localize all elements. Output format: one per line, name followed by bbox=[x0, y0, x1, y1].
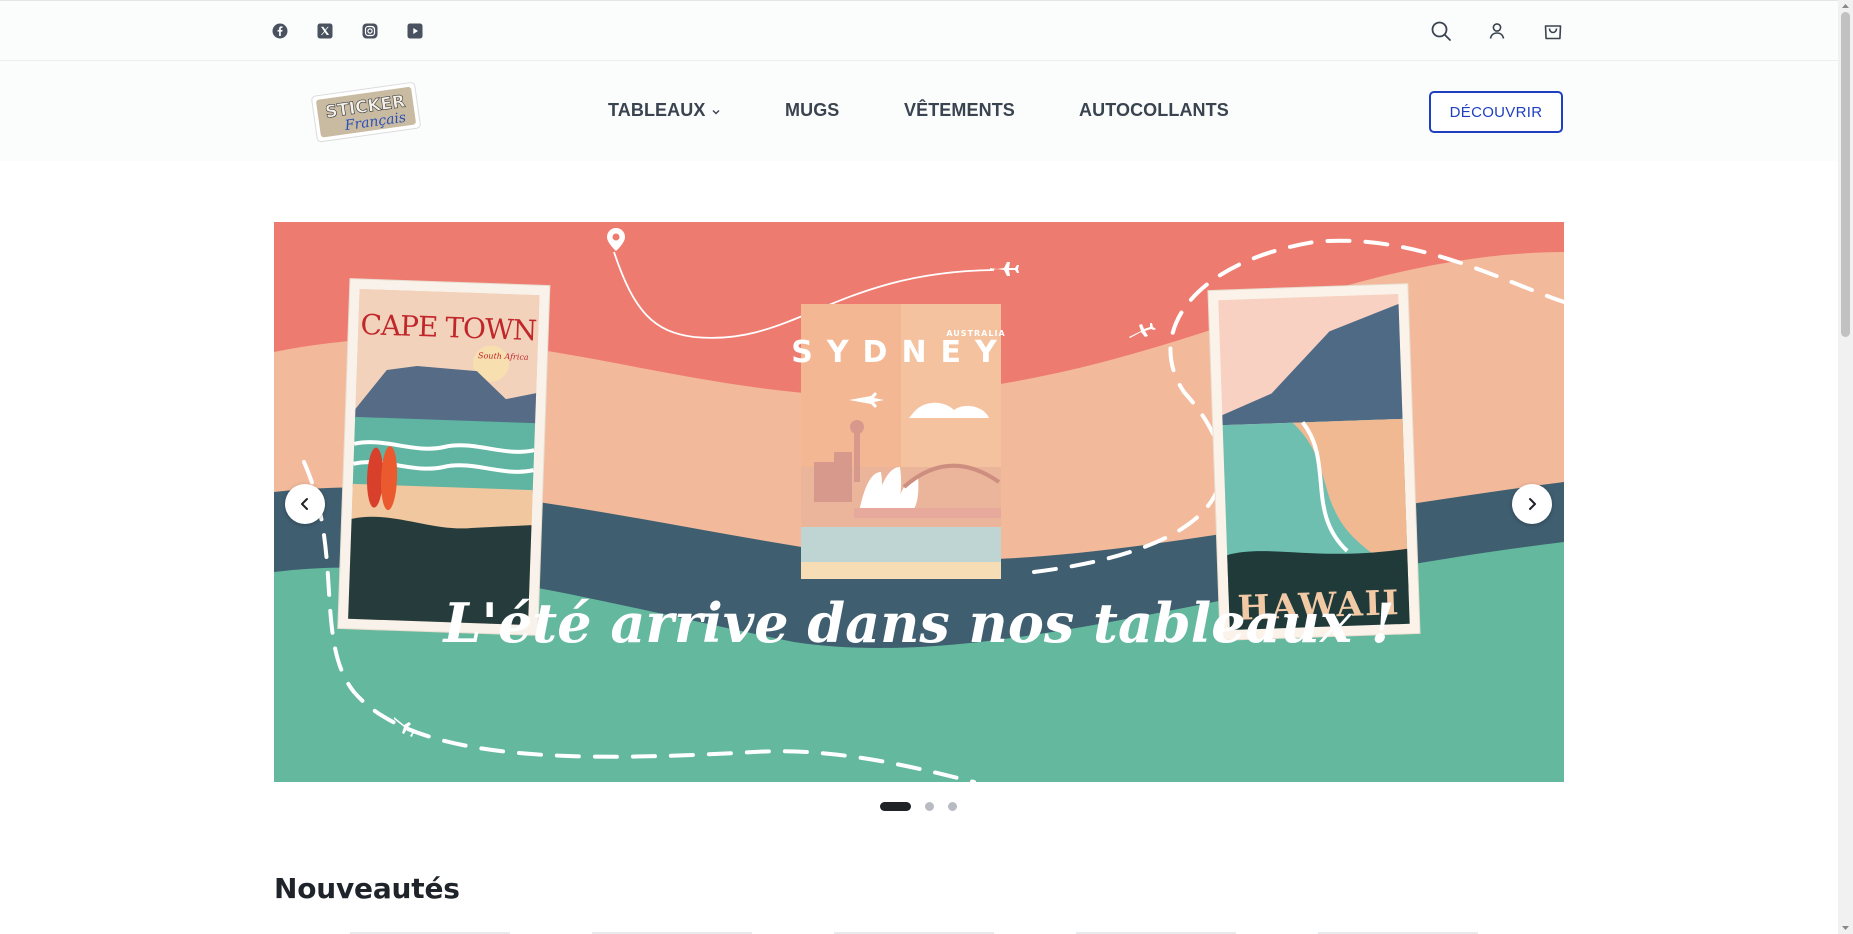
slider-dot-3[interactable] bbox=[948, 802, 957, 811]
poster-cape-town-title: CAPE TOWN bbox=[360, 308, 537, 347]
slider-dot-2[interactable] bbox=[925, 802, 934, 811]
poster-cape-town-subtitle: South Africa bbox=[478, 351, 529, 362]
social-links bbox=[272, 23, 423, 39]
youtube-icon[interactable] bbox=[407, 23, 423, 39]
search-icon[interactable] bbox=[1430, 20, 1452, 42]
slider-next-button[interactable] bbox=[1512, 484, 1552, 524]
chevron-right-icon bbox=[1529, 498, 1536, 510]
page-scrollbar[interactable] bbox=[1838, 0, 1853, 934]
nav-mugs[interactable]: MUGS bbox=[785, 100, 904, 121]
new-arrivals-title: Nouveautés bbox=[274, 872, 460, 905]
scroll-up-icon[interactable] bbox=[1841, 2, 1850, 10]
facebook-icon[interactable] bbox=[272, 23, 288, 39]
top-bar bbox=[0, 0, 1838, 61]
poster-sydney-subtitle: AUSTRALIA bbox=[946, 329, 1005, 338]
page: STICKER Français TABLEAUX MUGS VÊTEMENTS… bbox=[0, 0, 1838, 934]
slider-dot-1[interactable] bbox=[880, 802, 911, 811]
cart-icon[interactable] bbox=[1542, 20, 1564, 42]
nav-label: VÊTEMENTS bbox=[904, 100, 1015, 120]
account-icon[interactable] bbox=[1486, 20, 1508, 42]
scroll-down-icon[interactable] bbox=[1841, 924, 1850, 932]
nav-label: AUTOCOLLANTS bbox=[1079, 100, 1229, 120]
hero-slider: CAPE TOWN South Africa SYDNEY AUSTRALIA … bbox=[274, 222, 1564, 782]
hero-banner-image: CAPE TOWN South Africa SYDNEY AUSTRALIA … bbox=[274, 222, 1564, 782]
main-nav: TABLEAUX MUGS VÊTEMENTS AUTOCOLLANTS bbox=[608, 100, 1229, 121]
nav-autocollants[interactable]: AUTOCOLLANTS bbox=[1079, 100, 1229, 121]
main-header: STICKER Français TABLEAUX MUGS VÊTEMENTS… bbox=[0, 61, 1838, 161]
chevron-down-icon bbox=[712, 109, 720, 114]
instagram-icon[interactable] bbox=[362, 23, 378, 39]
slider-prev-button[interactable] bbox=[285, 484, 325, 524]
poster-sydney-title: SYDNEY bbox=[791, 335, 1011, 370]
nav-vetements[interactable]: VÊTEMENTS bbox=[904, 100, 1079, 121]
x-twitter-icon[interactable] bbox=[317, 23, 333, 39]
discover-button[interactable]: DÉCOUVRIR bbox=[1429, 91, 1563, 133]
slider-pagination bbox=[880, 802, 957, 811]
header-actions bbox=[1430, 20, 1564, 42]
nav-tableaux[interactable]: TABLEAUX bbox=[608, 100, 785, 121]
hero-tagline: L'été arrive dans nos tableaux ! bbox=[441, 591, 1394, 655]
scrollbar-thumb[interactable] bbox=[1841, 12, 1850, 337]
nav-label: MUGS bbox=[785, 100, 840, 120]
chevron-left-icon bbox=[301, 498, 308, 510]
nav-label: TABLEAUX bbox=[608, 100, 706, 120]
site-logo[interactable]: STICKER Français bbox=[308, 79, 426, 145]
